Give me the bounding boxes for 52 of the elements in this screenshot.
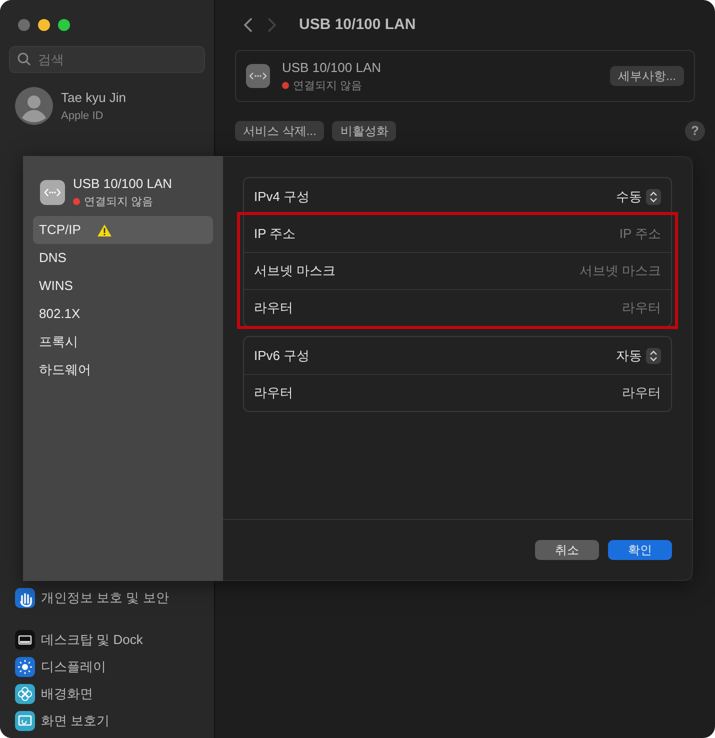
sidebar-item[interactable]: 화면 보호기 bbox=[41, 710, 110, 730]
service-name: USB 10/100 LAN bbox=[73, 175, 172, 193]
service-status: 연결되지 않음 bbox=[84, 194, 154, 210]
back-icon[interactable] bbox=[243, 17, 253, 33]
action-button[interactable]: 비활성화 bbox=[332, 121, 396, 141]
sidebar-item[interactable]: 디스플레이 bbox=[41, 656, 106, 676]
service-name: USB 10/100 LAN bbox=[282, 59, 382, 77]
popup-button[interactable]: 자동 bbox=[616, 346, 661, 366]
minimize-button[interactable] bbox=[38, 19, 50, 31]
action-button[interactable]: 서비스 삭제... bbox=[235, 121, 324, 141]
sidebar-tab[interactable]: DNS bbox=[33, 244, 213, 272]
sidebar-tab[interactable]: 프록시 bbox=[33, 328, 213, 356]
search-icon bbox=[17, 52, 31, 66]
sidebar-tab[interactable]: TCP/IP bbox=[33, 216, 213, 244]
ethernet-icon bbox=[246, 64, 270, 88]
input-field[interactable]: 서브넷 마스크 bbox=[511, 261, 661, 281]
account-name[interactable]: Tae kyu Jin bbox=[61, 88, 126, 108]
dock-icon[interactable] bbox=[15, 630, 35, 650]
row-label: IPv6 구성 bbox=[254, 346, 310, 365]
ok-button[interactable]: 확인 bbox=[608, 540, 672, 560]
sun-icon[interactable] bbox=[15, 656, 35, 676]
sidebar-tab[interactable]: WINS bbox=[33, 272, 213, 300]
details-button[interactable]: 세부사항... bbox=[610, 66, 684, 86]
avatar-icon[interactable] bbox=[15, 87, 53, 125]
sidebar-item[interactable]: 배경화면 bbox=[41, 684, 93, 704]
flower-icon[interactable] bbox=[15, 684, 35, 704]
input-field[interactable]: 라우터 bbox=[511, 298, 661, 318]
sidebar-item[interactable]: 데스크탑 및 Dock bbox=[41, 630, 143, 650]
screen-icon[interactable] bbox=[15, 710, 35, 730]
row-value: 라우터 bbox=[622, 384, 661, 402]
input-field[interactable]: IP 주소 bbox=[511, 224, 661, 244]
account-subtitle: Apple ID bbox=[61, 108, 104, 124]
help-button[interactable]: ? bbox=[685, 121, 705, 141]
search-field[interactable]: 검색 bbox=[9, 46, 205, 73]
sidebar-item[interactable]: 개인정보 보호 및 보안 bbox=[41, 588, 169, 608]
row-label: 라우터 bbox=[254, 384, 293, 402]
stepper-icon bbox=[646, 188, 661, 204]
row-label: IPv4 구성 bbox=[254, 188, 310, 206]
window-title: USB 10/100 LAN bbox=[299, 14, 416, 35]
hand-icon[interactable] bbox=[15, 588, 35, 608]
service-status: 연결되지 않음 bbox=[293, 78, 362, 94]
ethernet-icon bbox=[40, 180, 65, 204]
row-label: 서브넷 마스크 bbox=[254, 262, 336, 280]
close-button[interactable] bbox=[18, 19, 30, 31]
stepper-icon bbox=[646, 348, 661, 364]
popup-button[interactable]: 수동 bbox=[616, 186, 661, 206]
sidebar-tab[interactable]: 하드웨어 bbox=[33, 356, 213, 384]
zoom-button[interactable] bbox=[58, 19, 70, 31]
sidebar-tab[interactable]: 802.1X bbox=[33, 300, 213, 328]
cancel-button[interactable]: 취소 bbox=[535, 540, 599, 560]
row-label: 라우터 bbox=[254, 299, 293, 318]
row-label: IP 주소 bbox=[254, 224, 296, 243]
